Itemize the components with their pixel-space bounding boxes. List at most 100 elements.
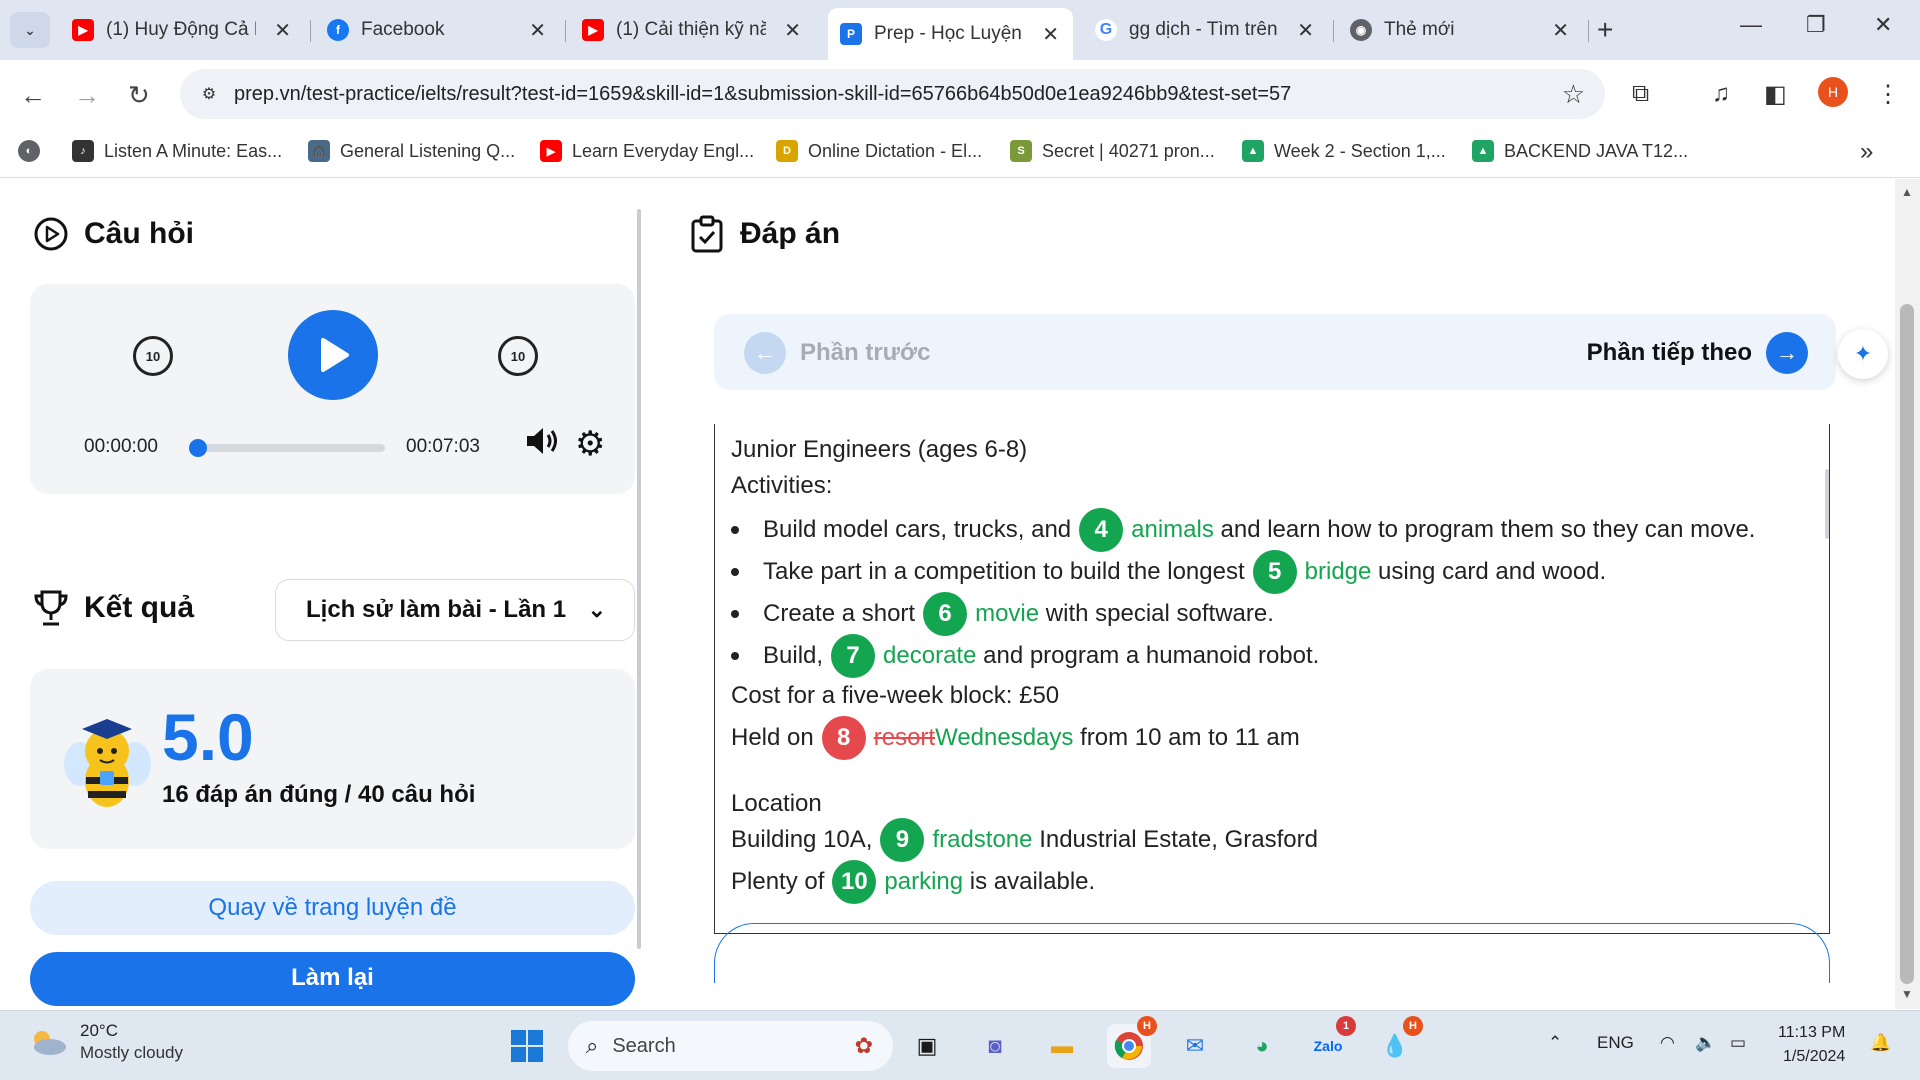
url-text[interactable]: prep.vn/test-practice/ielts/result?test-… [234,83,1291,106]
weather-condition: Mostly cloudy [80,1043,183,1062]
system-clock[interactable]: 11:13 PM 1/5/2024 [1778,1021,1845,1069]
tab-title: (1) Huy Động Cả N [106,19,256,40]
browser-menu-icon[interactable]: ⋮ [1876,80,1900,109]
rewind-10-icon[interactable]: 10 [133,336,173,376]
attempt-history-dropdown[interactable]: Lịch sử làm bài - Lần 1 ⌄ [275,579,635,641]
next-section-button[interactable]: Phần tiếp theo → [1587,332,1808,374]
volume-icon[interactable] [525,426,559,464]
back-to-practice-button[interactable]: Quay về trang luyện đề [30,881,635,935]
headphones-icon: 🎧 [308,140,330,162]
bullet [731,568,739,576]
input-language[interactable]: ENG [1597,1033,1634,1053]
correct-answer: fradstone [932,826,1033,853]
teams-chat-icon[interactable]: ◙ [973,1024,1017,1068]
close-tab-icon[interactable]: ✕ [1552,18,1569,43]
bookmark-star-icon[interactable]: ☆ [1562,79,1585,110]
search-highlight-icon: ✿ [854,1033,873,1058]
taskbar-search[interactable]: ⌕ Search ✿ [568,1021,893,1071]
close-tab-icon[interactable]: ✕ [1042,22,1059,47]
question-number-badge[interactable]: 7 [831,634,876,678]
profile-avatar[interactable]: H [1818,77,1848,107]
prep-icon: P [840,23,862,45]
weather-widget[interactable]: 20°C Mostly cloudy [28,1021,183,1063]
play-button[interactable] [288,310,378,400]
tab-title: (1) Cải thiện kỹ năn [616,19,766,40]
app-icon[interactable]: 💧 H [1373,1016,1423,1068]
bookmark-learn-everyday[interactable]: ▶ Learn Everyday Engl... [540,140,754,162]
correct-answer: bridge [1304,558,1372,585]
chrome-taskbar-icon[interactable]: H [1107,1016,1157,1068]
tab-prep-active[interactable]: P Prep - Học Luyện T ✕ [828,8,1073,60]
answer-scrollbar[interactable] [1825,469,1829,539]
tab-search-button[interactable]: ⌄ [10,12,50,48]
ai-assistant-icon[interactable]: ✦ [1838,329,1888,379]
close-tab-icon[interactable]: ✕ [274,18,291,43]
clock-date: 1/5/2024 [1783,1048,1846,1065]
duration-time: 00:07:03 [406,436,480,457]
mail-icon[interactable]: ✉ [1173,1024,1217,1068]
previous-section-button[interactable]: ← Phần trước [744,332,930,374]
site-info-icon[interactable]: ⚙ [198,83,220,105]
bookmark-listen-a-minute[interactable]: ♪ Listen A Minute: Eas... [72,140,282,162]
media-control-icon[interactable]: ♫ [1712,80,1730,108]
file-explorer-icon[interactable]: ▬ [1040,1024,1084,1068]
question-number-badge[interactable]: 8 [821,716,866,760]
tab-facebook[interactable]: f Facebook ✕ [315,10,560,50]
scroll-thumb[interactable] [1900,304,1914,984]
scroll-up-icon[interactable]: ▲ [1901,185,1913,199]
bookmark-secret[interactable]: S Secret | 40271 pron... [1010,140,1215,162]
side-panel-icon[interactable]: ◧ [1764,80,1787,109]
more-bookmarks-icon[interactable]: » [1860,138,1873,166]
address-bar[interactable]: ⚙ prep.vn/test-practice/ielts/result?tes… [180,69,1605,119]
edge-icon[interactable]: ◕ [1240,1024,1284,1068]
question-number-badge[interactable]: 5 [1252,550,1297,594]
question-number-badge[interactable]: 4 [1079,508,1124,552]
close-tab-icon[interactable]: ✕ [784,18,801,43]
tab-google[interactable]: G gg dịch - Tìm trên ✕ [1083,10,1328,50]
minimize-icon[interactable]: — [1740,12,1762,38]
question-number-badge[interactable]: 9 [880,818,925,862]
bookmark-label: General Listening Q... [340,140,516,161]
apps-icon[interactable]: ◐ [18,140,50,162]
restore-icon[interactable]: ❐ [1806,12,1826,38]
notifications-bell-icon[interactable]: 🔔 [1870,1033,1891,1053]
tab-youtube-2[interactable]: ▶ (1) Cải thiện kỹ năn ✕ [570,10,815,50]
column-scrollbar[interactable] [637,209,641,949]
task-view-icon[interactable]: ▣ [905,1024,949,1068]
secret-icon: S [1010,140,1032,162]
close-tab-icon[interactable]: ✕ [1297,18,1314,43]
new-tab-button[interactable]: + [1597,14,1613,46]
show-hidden-icons[interactable]: ⌃ [1548,1033,1562,1053]
listen-a-minute-icon: ♪ [72,140,94,162]
settings-gear-icon[interactable]: ⚙ [575,424,605,464]
zalo-icon[interactable]: Zalo 1 [1306,1016,1356,1068]
prev-label: Phần trước [800,339,931,366]
forward-10-icon[interactable]: 10 [498,336,538,376]
extensions-icon[interactable]: ⧉ [1632,80,1649,108]
back-arrow-icon[interactable]: ← [20,80,46,111]
wifi-icon[interactable]: ◠ [1660,1033,1675,1053]
progress-knob[interactable] [189,439,207,457]
audio-progress-slider[interactable] [189,439,385,457]
question-number-badge[interactable]: 6 [923,592,968,636]
bookmark-online-dictation[interactable]: D Online Dictation - El... [776,140,982,162]
bookmark-week-2[interactable]: ▲ Week 2 - Section 1,... [1242,140,1446,162]
redo-button[interactable]: Làm lại [30,952,635,1006]
play-circle-icon [32,215,70,253]
reload-icon[interactable]: ↻ [128,80,150,111]
close-tab-icon[interactable]: ✕ [529,18,546,43]
question-number-badge[interactable]: 10 [832,860,877,904]
bookmark-backend-java[interactable]: ▲ BACKEND JAVA T12... [1472,140,1688,162]
battery-icon[interactable]: ▭ [1730,1033,1746,1053]
scroll-down-icon[interactable]: ▼ [1901,987,1913,1001]
volume-tray-icon[interactable]: 🔈 [1695,1033,1716,1053]
tab-new-tab[interactable]: ◉ Thẻ mới ✕ [1338,10,1583,50]
forward-arrow-icon[interactable]: → [74,80,100,111]
bookmark-general-listening[interactable]: 🎧 General Listening Q... [308,140,515,162]
cloudy-weather-icon [34,1031,66,1055]
page-scrollbar[interactable]: ▲ ▼ [1895,179,1920,1009]
tab-youtube-1[interactable]: ▶ (1) Huy Động Cả N ✕ [60,10,305,50]
close-window-icon[interactable]: ✕ [1874,12,1892,38]
windows-start-icon[interactable] [505,1024,549,1068]
band-score: 5.0 [162,700,254,774]
